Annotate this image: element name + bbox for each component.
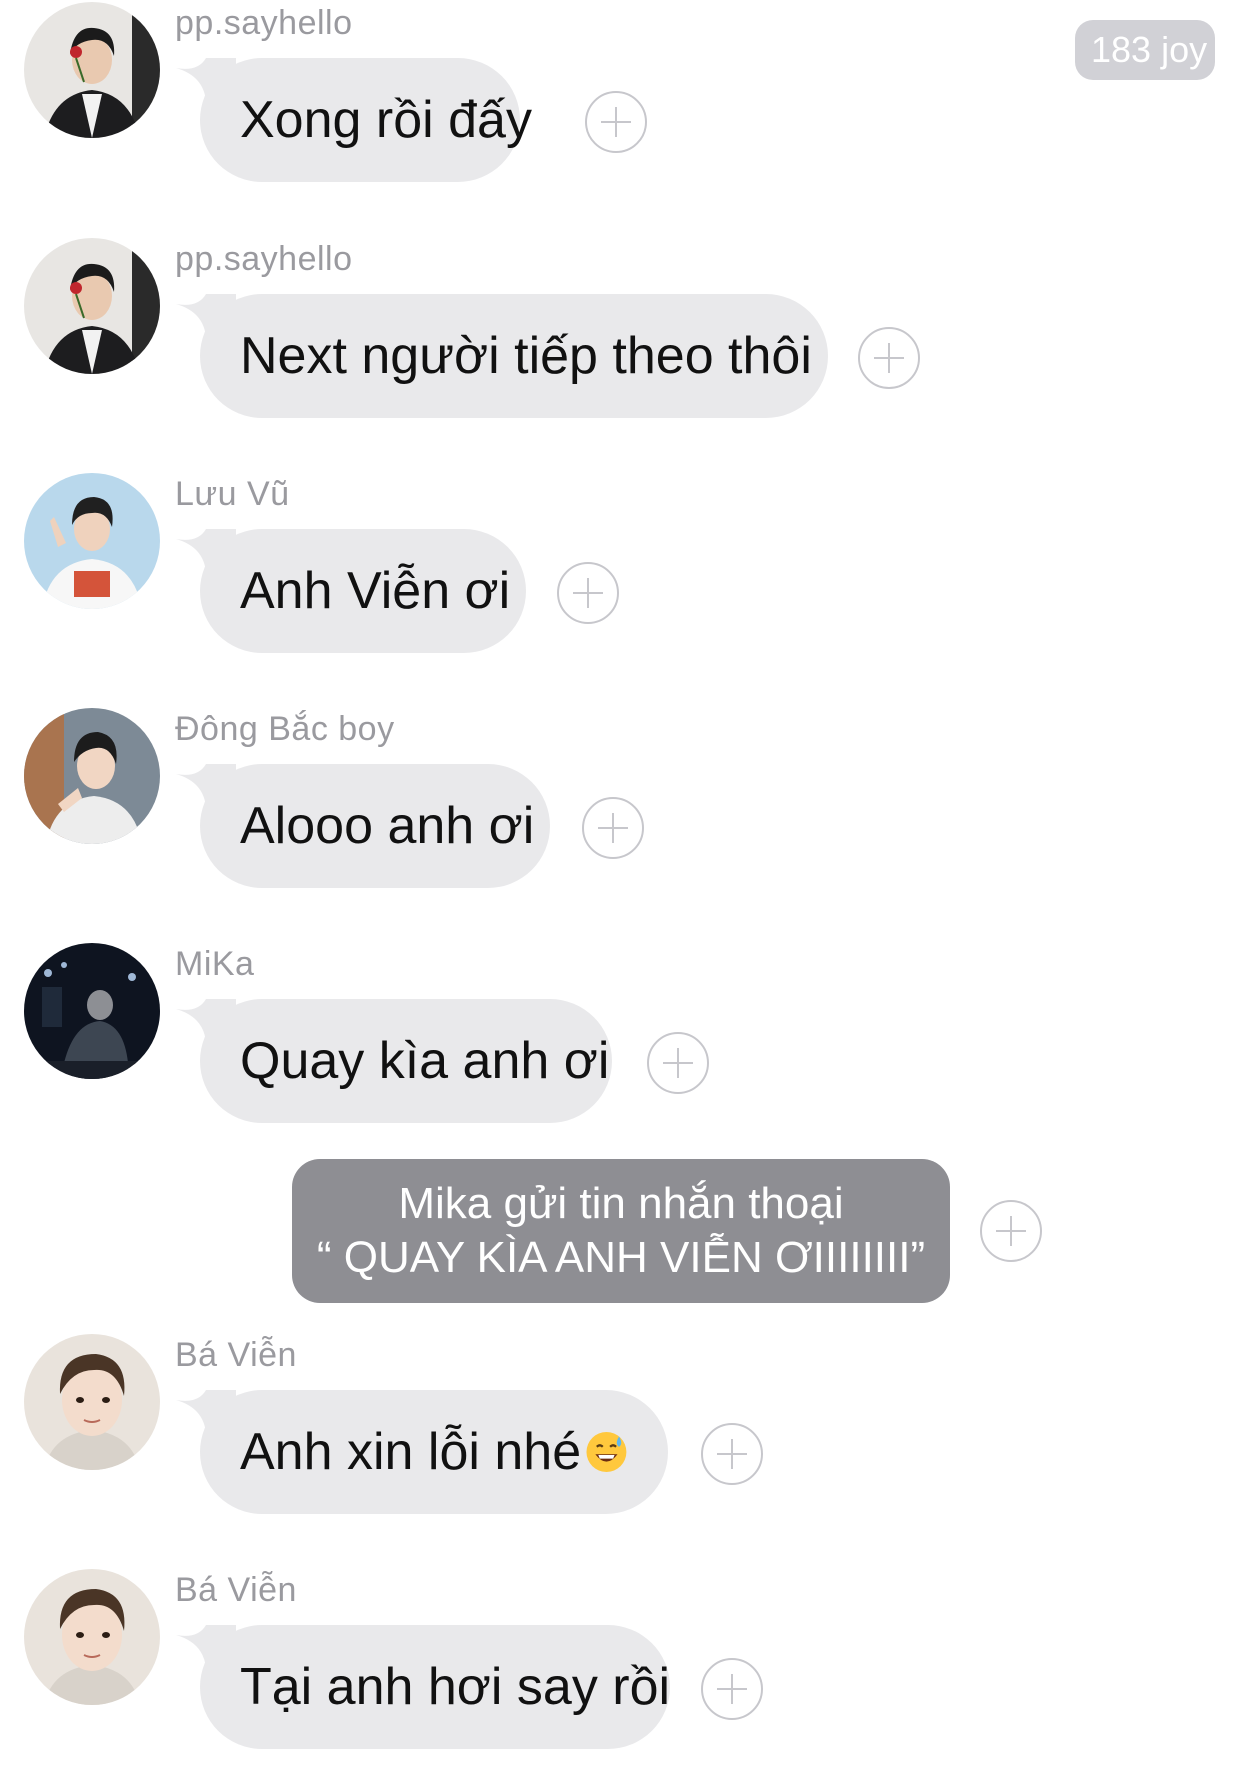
voice-message-notice[interactable]: Mika gửi tin nhắn thoại “ QUAY KÌA ANH V… — [292, 1159, 950, 1303]
message-row: Bá Viễn Tại anh hơi say rồi — [0, 1567, 1242, 1767]
avatar[interactable] — [24, 1334, 160, 1470]
message-bubble[interactable]: Xong rồi đấy — [200, 58, 532, 182]
avatar-image — [24, 473, 160, 609]
message-text: Anh Viễn ơi — [240, 562, 511, 620]
voice-message-line2: “ QUAY KÌA ANH VIỄN ƠIIIIIIII” — [316, 1233, 926, 1282]
message-bubble[interactable]: Tại anh hơi say rồi — [200, 1625, 670, 1749]
avatar[interactable] — [24, 238, 160, 374]
avatar-image — [24, 708, 160, 844]
avatar[interactable] — [24, 708, 160, 844]
avatar-image — [24, 2, 160, 138]
avatar[interactable] — [24, 1569, 160, 1705]
message-row: Đông Bắc boy Alooo anh ơi — [0, 706, 1242, 906]
message-text: Tại anh hơi say rồi — [240, 1658, 671, 1716]
message-text: Quay kìa anh ơi — [240, 1032, 610, 1090]
voice-message-line1: Mika gửi tin nhắn thoại — [398, 1179, 844, 1228]
add-reaction-button[interactable] — [647, 1032, 709, 1094]
message-row: pp.sayhello Xong rồi đấy — [0, 0, 1242, 200]
sender-name: pp.sayhello — [175, 4, 353, 42]
avatar[interactable] — [24, 943, 160, 1079]
sweat-smile-emoji-icon — [586, 1432, 627, 1472]
add-reaction-button[interactable] — [701, 1658, 763, 1720]
message-row: pp.sayhello Next người tiếp theo thôi — [0, 236, 1242, 436]
sender-name: Bá Viễn — [175, 1571, 297, 1609]
message-bubble[interactable]: Quay kìa anh ơi — [200, 999, 612, 1123]
avatar-image — [24, 1569, 160, 1705]
message-row: MiKa Quay kìa anh ơi — [0, 941, 1242, 1141]
add-reaction-button[interactable] — [582, 797, 644, 859]
add-reaction-button[interactable] — [585, 91, 647, 153]
message-row: Bá Viễn Anh xin lỗi nhé — [0, 1332, 1242, 1532]
message-text: Alooo anh ơi — [240, 797, 535, 855]
avatar-image — [24, 238, 160, 374]
avatar[interactable] — [24, 2, 160, 138]
avatar[interactable] — [24, 473, 160, 609]
message-bubble[interactable]: Anh xin lỗi nhé — [200, 1390, 668, 1514]
add-reaction-button[interactable] — [858, 327, 920, 389]
sender-name: pp.sayhello — [175, 240, 353, 278]
message-text: Next người tiếp theo thôi — [240, 327, 812, 385]
sender-name: Bá Viễn — [175, 1336, 297, 1374]
add-reaction-button[interactable] — [980, 1200, 1042, 1262]
add-reaction-button[interactable] — [701, 1423, 763, 1485]
message-bubble[interactable]: Alooo anh ơi — [200, 764, 550, 888]
message-text: Anh xin lỗi nhé — [240, 1423, 582, 1481]
sender-name: Đông Bắc boy — [175, 710, 395, 748]
add-reaction-button[interactable] — [557, 562, 619, 624]
avatar-image — [24, 943, 160, 1079]
message-text: Xong rồi đấy — [240, 91, 532, 149]
message-bubble[interactable]: Anh Viễn ơi — [200, 529, 526, 653]
message-bubble[interactable]: Next người tiếp theo thôi — [200, 294, 828, 418]
sender-name: Lưu Vũ — [175, 475, 290, 513]
avatar-image — [24, 1334, 160, 1470]
sender-name: MiKa — [175, 945, 255, 983]
message-row: Lưu Vũ Anh Viễn ơi — [0, 471, 1242, 671]
